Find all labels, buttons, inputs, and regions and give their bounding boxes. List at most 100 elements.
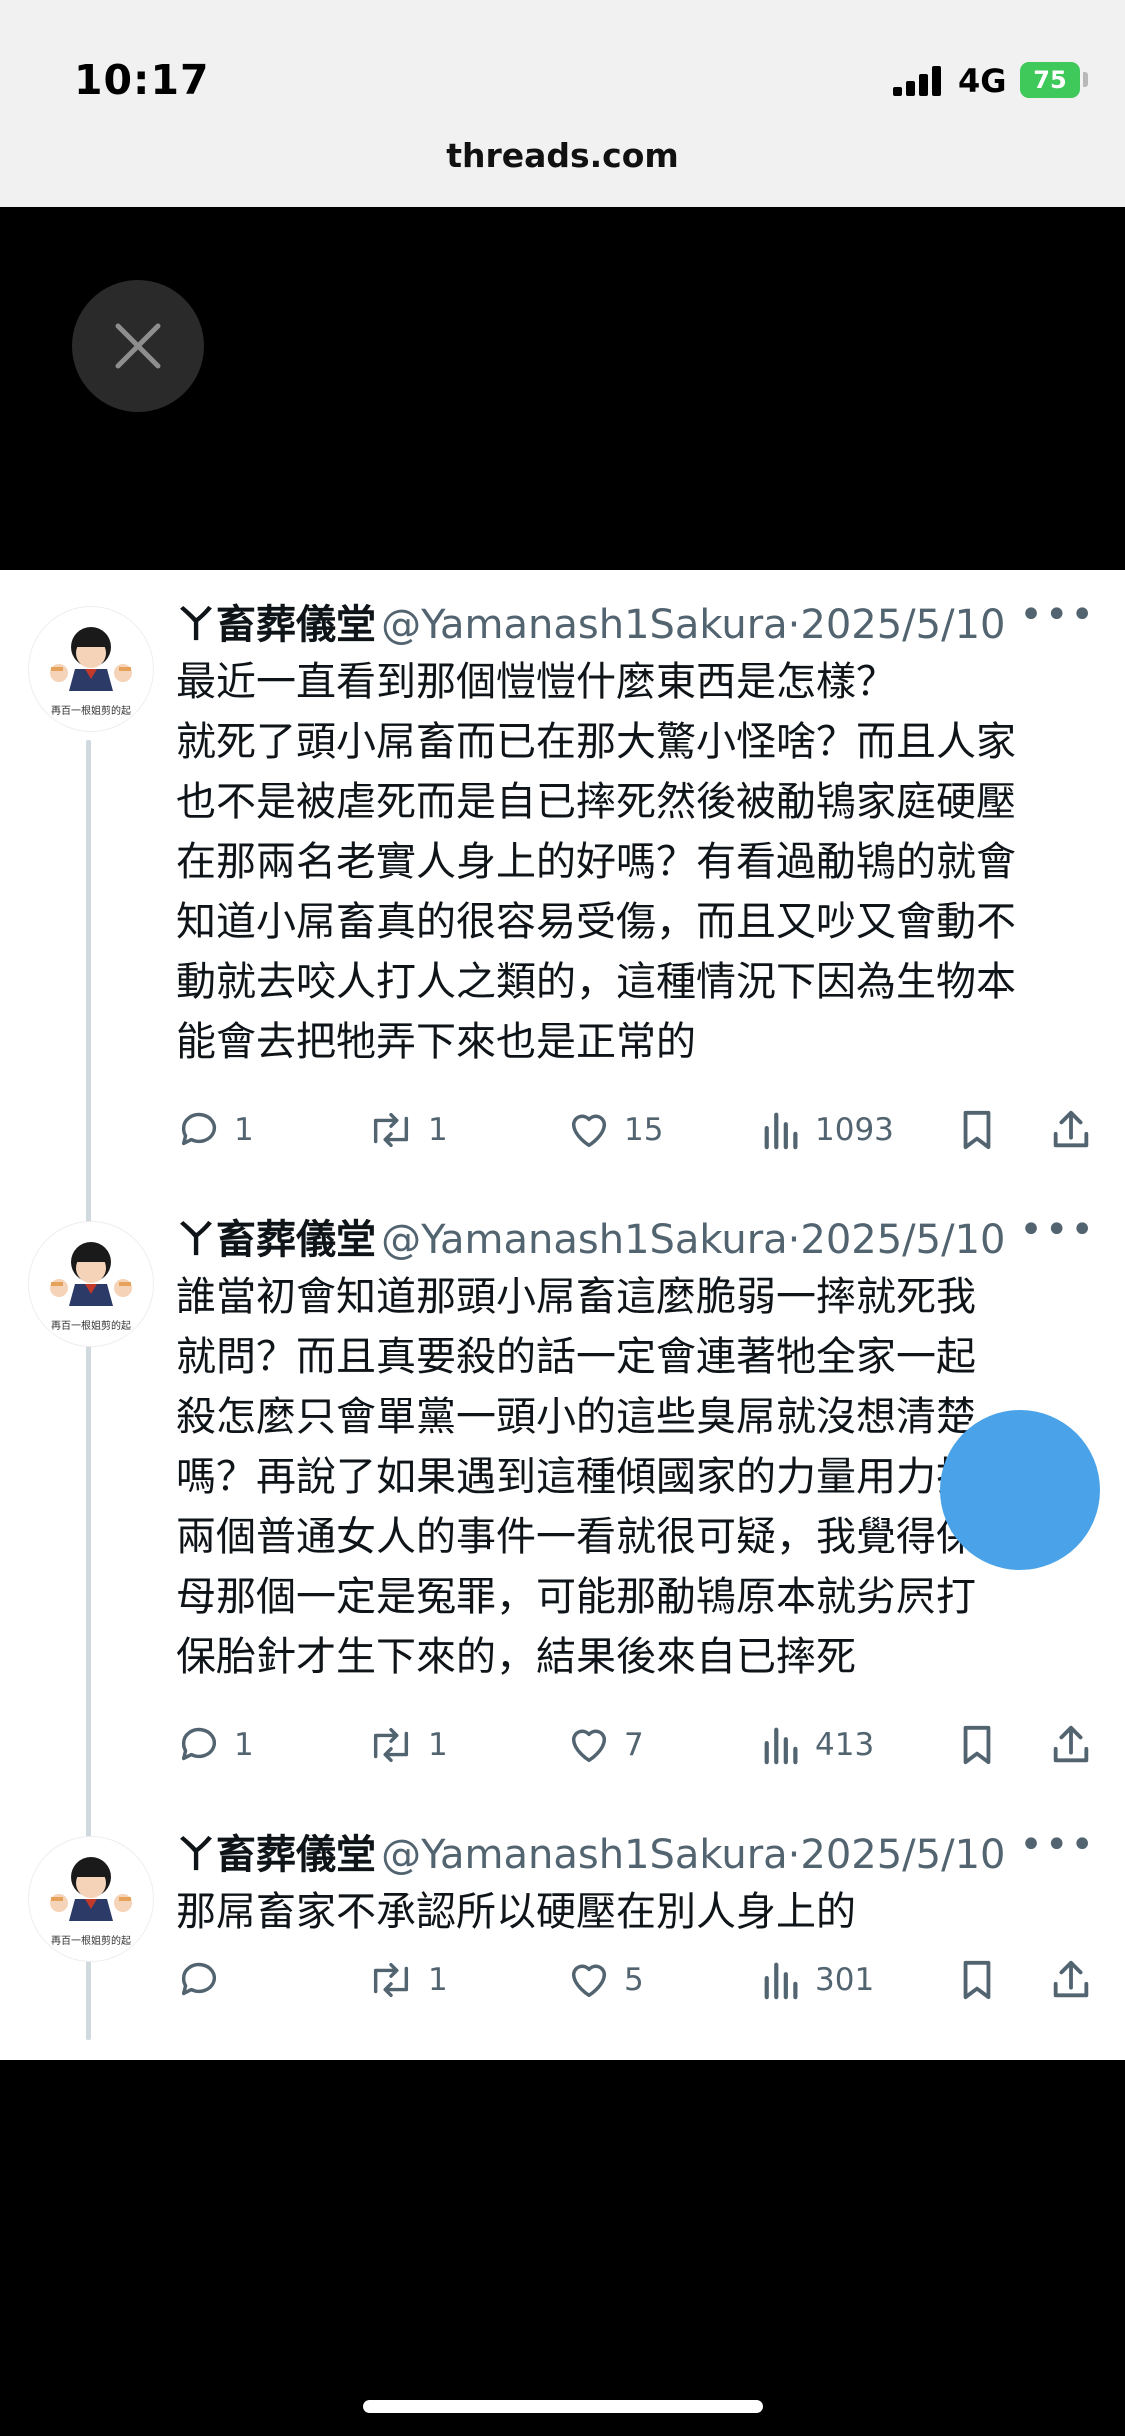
thread-post[interactable]: 再百一根姐剪的起 ㄚ畜葬儀堂 @Yamanash1Sakura·2025/5/1…: [0, 570, 1125, 1185]
post-text: 最近一直看到那個愷愷什麼東西是怎樣？ 就死了頭小屌畜而已在那大驚小怪啥？而且人家也…: [176, 652, 1096, 1072]
avatar-illustration: [29, 627, 153, 731]
bookmark-button[interactable]: [956, 1950, 1010, 2010]
network-type: 4G: [958, 62, 1007, 100]
battery-icon: 75: [1020, 62, 1080, 98]
share-button[interactable]: [1048, 1950, 1106, 2010]
share-icon: [1053, 1725, 1089, 1763]
reply-count: 1: [234, 1727, 254, 1763]
reply-count: 1: [234, 1112, 254, 1148]
heart-icon: [571, 1729, 607, 1763]
view-count: 413: [815, 1727, 875, 1763]
post-actions: 1 1 15 1093: [176, 1100, 1106, 1160]
user-handle[interactable]: @Yamanash1Sakura: [381, 1832, 788, 1878]
avatar-caption: 再百一根姐剪的起: [51, 1936, 131, 1947]
user-handle[interactable]: @Yamanash1Sakura: [381, 1217, 788, 1263]
status-time: 10:17: [74, 56, 210, 104]
bookmark-icon: [963, 1725, 991, 1765]
repost-button[interactable]: 1: [366, 1950, 448, 2010]
views-button[interactable]: 413: [761, 1715, 874, 1775]
post-text-line: 保胎針才生下來的，結果後來自已摔死: [176, 1634, 856, 1680]
reply-button[interactable]: 1: [176, 1100, 254, 1160]
bookmark-icon: [963, 1960, 991, 2000]
heart-icon: [571, 1964, 607, 1998]
separator-dot: ·: [787, 602, 801, 648]
heart-icon: [571, 1114, 607, 1148]
cellular-signal-icon: [893, 66, 943, 96]
views-button[interactable]: 301: [761, 1950, 874, 2010]
more-options-icon[interactable]: •••: [1019, 1822, 1096, 1868]
post-text: 那屌畜家不承認所以硬壓在別人身上的: [176, 1882, 1096, 1942]
reply-button[interactable]: 1: [176, 1715, 254, 1775]
close-button[interactable]: [72, 280, 204, 412]
more-options-icon[interactable]: •••: [1019, 1207, 1096, 1253]
home-indicator[interactable]: [363, 2400, 763, 2413]
post-actions: 1 5 301: [176, 1950, 1106, 2010]
like-button[interactable]: 15: [566, 1100, 663, 1160]
user-handle[interactable]: @Yamanash1Sakura: [381, 602, 788, 648]
repost-button[interactable]: 1: [366, 1715, 448, 1775]
reply-icon: [181, 1727, 217, 1761]
display-name[interactable]: ㄚ畜葬儀堂: [176, 1217, 376, 1263]
post-date[interactable]: 2025/5/10: [800, 1832, 1005, 1878]
repost-button[interactable]: 1: [366, 1100, 448, 1160]
post-text-line: 知道小屌畜真的很容易受傷，而且又吵又會動不: [176, 899, 1016, 945]
post-text-line: 母那個一定是冤罪，可能那勈鴇原本就劣屄打: [176, 1574, 976, 1620]
share-button[interactable]: [1048, 1715, 1106, 1775]
view-count: 1093: [815, 1112, 894, 1148]
post-date[interactable]: 2025/5/10: [800, 602, 1005, 648]
post-text-line: 最近一直看到那個愷愷什麼東西是怎樣？: [176, 659, 896, 705]
post-date[interactable]: 2025/5/10: [800, 1217, 1005, 1263]
analytics-icon: [764, 1112, 798, 1150]
avatar-caption: 再百一根姐剪的起: [51, 706, 131, 717]
share-icon: [1053, 1960, 1089, 1998]
repost-icon: [373, 1727, 409, 1763]
compose-fab-button[interactable]: [940, 1410, 1100, 1570]
reply-icon: [181, 1962, 217, 1996]
views-button[interactable]: 1093: [761, 1100, 894, 1160]
address-bar-url[interactable]: threads.com: [0, 136, 1125, 175]
battery-level: 75: [1033, 66, 1067, 94]
post-actions: 1 1 7 413: [176, 1715, 1106, 1775]
analytics-icon: [764, 1962, 798, 2000]
like-button[interactable]: 5: [566, 1950, 644, 2010]
repost-icon: [373, 1112, 409, 1148]
separator-dot: ·: [787, 1832, 801, 1878]
avatar-illustration: [29, 1857, 153, 1961]
post-header: ㄚ畜葬儀堂 @Yamanash1Sakura·2025/5/10 •••: [176, 592, 1096, 652]
post-text-line: 在那兩名老實人身上的好嗎？有看過勈鴇的就會: [176, 839, 1016, 885]
more-options-icon[interactable]: •••: [1019, 592, 1096, 638]
bookmark-button[interactable]: [956, 1715, 1010, 1775]
share-button[interactable]: [1048, 1100, 1106, 1160]
avatar-caption: 再百一根姐剪的起: [51, 1321, 131, 1332]
post-text-line: 就死了頭小屌畜而已在那大驚小怪啥？而且人家: [176, 719, 1016, 765]
display-name[interactable]: ㄚ畜葬儀堂: [176, 1832, 376, 1878]
avatar[interactable]: 再百一根姐剪的起: [28, 606, 154, 732]
share-icon: [1053, 1110, 1089, 1148]
thread-post[interactable]: 再百一根姐剪的起 ㄚ畜葬儀堂 @Yamanash1Sakura·2025/5/1…: [0, 1800, 1125, 2060]
separator-dot: ·: [787, 1217, 801, 1263]
post-text-line: 動就去咬人打人之類的，這種情況下因為生物本: [176, 959, 1016, 1005]
bookmark-icon: [963, 1110, 991, 1150]
post-header: ㄚ畜葬儀堂 @Yamanash1Sakura·2025/5/10 •••: [176, 1207, 1096, 1267]
repost-count: 1: [428, 1112, 448, 1148]
avatar[interactable]: 再百一根姐剪的起: [28, 1221, 154, 1347]
thread-screenshot: 再百一根姐剪的起 ㄚ畜葬儀堂 @Yamanash1Sakura·2025/5/1…: [0, 570, 1125, 2060]
post-text-line: 也不是被虐死而是自已摔死然後被勈鴇家庭硬壓: [176, 779, 1016, 825]
repost-count: 1: [428, 1727, 448, 1763]
bookmark-button[interactable]: [956, 1100, 1010, 1160]
repost-count: 1: [428, 1962, 448, 1998]
post-text-line: 那屌畜家不承認所以硬壓在別人身上的: [176, 1889, 856, 1935]
like-count: 7: [624, 1727, 644, 1763]
display-name[interactable]: ㄚ畜葬儀堂: [176, 602, 376, 648]
reply-icon: [181, 1112, 217, 1146]
view-count: 301: [815, 1962, 875, 1998]
avatar[interactable]: 再百一根姐剪的起: [28, 1836, 154, 1962]
like-count: 15: [624, 1112, 664, 1148]
repost-icon: [373, 1962, 409, 1998]
reply-button[interactable]: [176, 1950, 234, 2010]
close-icon: [115, 323, 161, 369]
like-button[interactable]: 7: [566, 1715, 644, 1775]
battery-nub: [1083, 72, 1088, 87]
post-header: ㄚ畜葬儀堂 @Yamanash1Sakura·2025/5/10 •••: [176, 1822, 1096, 1882]
analytics-icon: [764, 1727, 798, 1765]
